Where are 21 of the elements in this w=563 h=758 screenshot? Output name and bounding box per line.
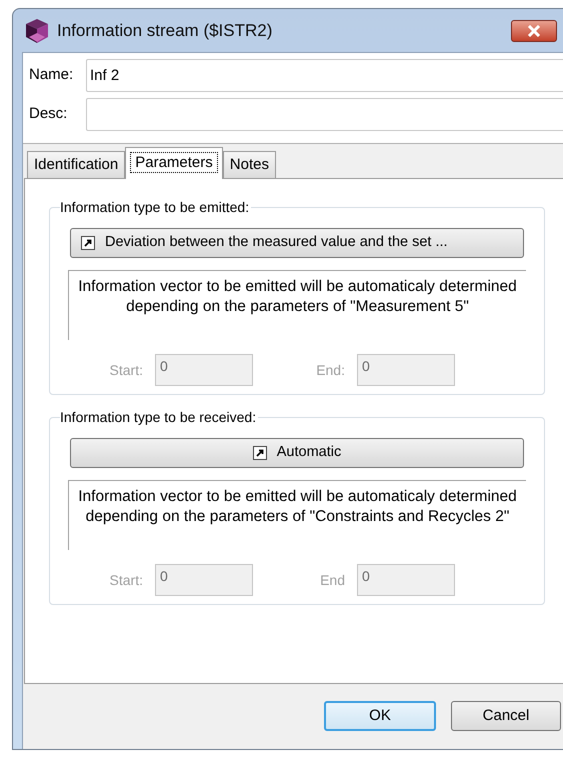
cube-logo-icon <box>25 18 49 44</box>
dialog-button[interactable]: OK <box>324 701 436 731</box>
text-field[interactable] <box>86 98 563 131</box>
dialog-button[interactable]: Cancel <box>451 701 561 731</box>
field-label: Start: <box>108 570 144 590</box>
tab[interactable]: Identification <box>27 151 126 178</box>
info-message: Information vector to be emitted will be automaticaly determined depending on the parameters of "Measurement 5" <box>68 270 526 340</box>
type-button[interactable]: Deviation between the measured value and the set ... <box>70 228 524 258</box>
type-button[interactable]: Automatic <box>70 438 524 468</box>
field-label: Name: <box>29 65 74 86</box>
field-label: End <box>319 570 346 590</box>
text-field[interactable]: Inf 2 <box>86 59 563 92</box>
field-label: Start: <box>108 360 144 380</box>
window-title: Information stream ($ISTR2) <box>57 20 274 42</box>
field-label: End: <box>315 360 346 380</box>
field-label: Desc: <box>29 104 68 124</box>
tab[interactable]: Notes <box>222 151 276 178</box>
info-message: Information vector to be emitted will be automaticaly determined depending on the parameters of "Constraints and Recycles 2" <box>68 480 526 550</box>
tab[interactable]: Parameters <box>125 147 223 179</box>
close-button[interactable] <box>511 20 557 42</box>
close-icon <box>527 24 541 36</box>
